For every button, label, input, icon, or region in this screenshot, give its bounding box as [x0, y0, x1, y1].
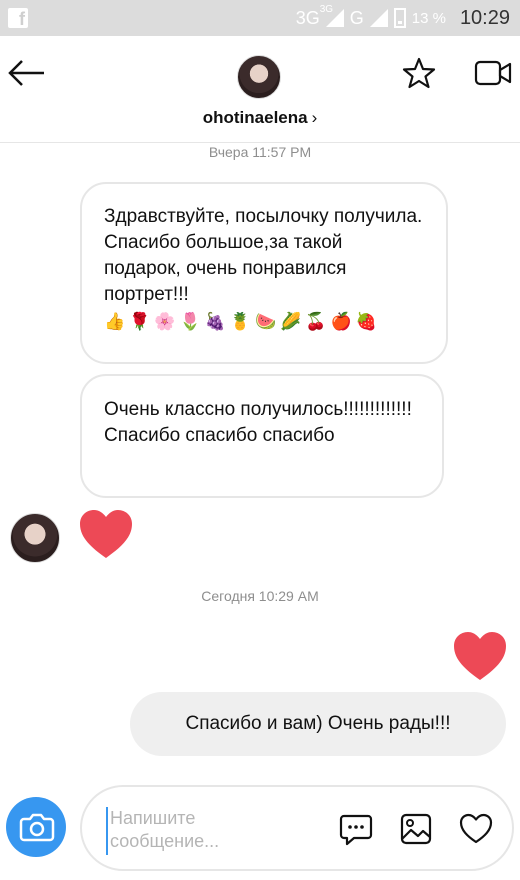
star-icon[interactable] [402, 56, 436, 90]
rose-emoji: 🌹 [129, 312, 151, 331]
sent-message[interactable]: Спасибо и вам) Очень рады!!! [130, 692, 506, 756]
battery-percent: 13 % [411, 9, 446, 27]
battery-icon [393, 8, 406, 28]
message-composer [80, 785, 514, 871]
watermelon-emoji: 🍉 [255, 312, 277, 331]
strawberry-emoji: 🍓 [355, 312, 377, 331]
message-text: Здравствуйте, посылочку получила. Спасиб… [104, 206, 423, 305]
blossom-emoji: 🌸 [154, 312, 176, 331]
image-icon[interactable] [398, 811, 434, 847]
video-camera-icon[interactable] [474, 58, 512, 88]
message-text: Очень классно получилось!!!!!!!!!!!!! Сп… [104, 399, 412, 446]
tulip-emoji: 🌷 [179, 312, 201, 331]
timestamp-yesterday: Вчера 11:57 PM [208, 144, 312, 160]
clock: 10:29 [459, 6, 510, 29]
heart-outline-icon[interactable] [458, 811, 494, 847]
status-bar: f 3G 3G G 13 % 10:29 [0, 0, 520, 36]
network-g-indicator: G [349, 7, 364, 28]
facebook-notification-icon: f [8, 8, 28, 29]
chevron-right-icon: › [311, 108, 318, 127]
chat-header: ohotinaelena › [0, 36, 520, 143]
chat-bubble-icon[interactable] [338, 811, 374, 847]
camera-icon [19, 813, 55, 842]
heart-icon[interactable] [452, 630, 508, 682]
back-arrow-icon[interactable] [6, 58, 46, 88]
profile-avatar[interactable] [237, 55, 281, 99]
username-text: ohotinaelena [202, 108, 308, 127]
network-3g-indicator: 3G 3G [295, 3, 334, 28]
grapes-emoji: 🍇 [204, 312, 226, 331]
signal-icon-2 [369, 9, 388, 27]
thumbs-up-emoji: 👍 [104, 312, 126, 331]
profile-username[interactable]: ohotinaelena › [0, 108, 520, 128]
heart-icon[interactable] [78, 508, 134, 560]
emoji-row: 👍 🌹 🌸 🌷 🍇 🍍 🍉 🌽 🍒 🍎 🍓 [104, 310, 424, 334]
apple-emoji: 🍎 [330, 312, 352, 331]
corn-emoji: 🌽 [280, 312, 302, 331]
cherries-emoji: 🍒 [305, 312, 327, 331]
contact-avatar[interactable] [10, 513, 60, 563]
timestamp-today: Сегодня 10:29 AM [201, 588, 319, 604]
message-input[interactable] [106, 807, 240, 855]
received-message-2[interactable]: Очень классно получилось!!!!!!!!!!!!! Сп… [80, 374, 444, 498]
camera-button[interactable] [6, 797, 66, 857]
pineapple-emoji: 🍍 [229, 312, 252, 331]
received-message-1[interactable]: Здравствуйте, посылочку получила. Спасиб… [80, 182, 448, 364]
